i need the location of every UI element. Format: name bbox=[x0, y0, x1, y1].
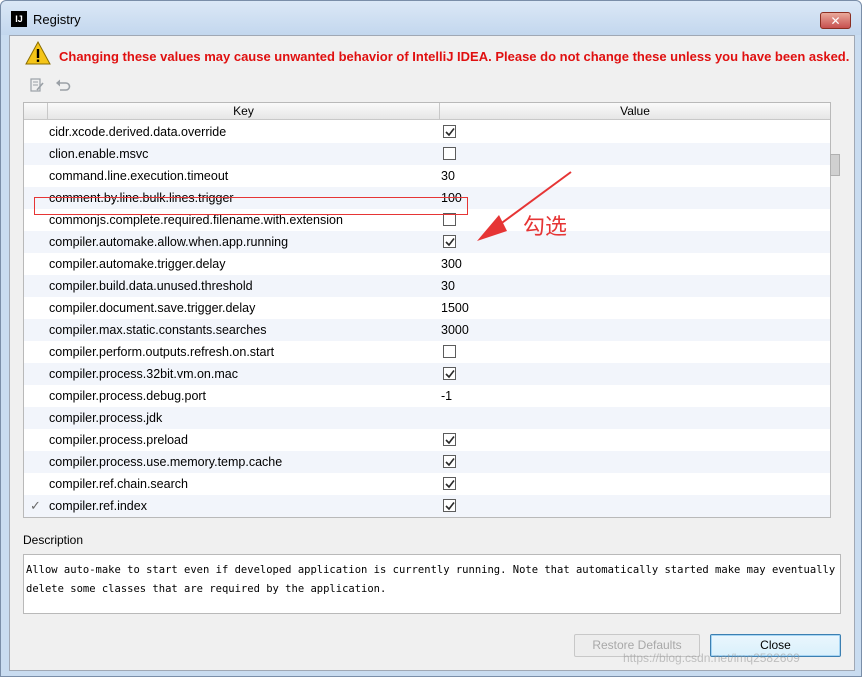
row-key: compiler.document.save.trigger.delay bbox=[49, 301, 256, 315]
table-row[interactable]: clion.enable.msvc bbox=[24, 143, 830, 165]
row-checkbox[interactable] bbox=[443, 433, 456, 446]
row-key: compiler.ref.chain.search bbox=[49, 477, 188, 491]
row-checkbox[interactable] bbox=[443, 235, 456, 248]
vertical-scrollbar-thumb[interactable] bbox=[830, 154, 840, 176]
row-key: compiler.process.jdk bbox=[49, 411, 163, 425]
registry-table: Key Value cidr.xcode.derived.data.overri… bbox=[23, 102, 831, 518]
row-key: comment.by.line.bulk.lines.trigger bbox=[49, 191, 234, 205]
row-key: compiler.ref.index bbox=[49, 499, 147, 513]
table-row[interactable]: compiler.process.use.memory.temp.cache bbox=[24, 451, 830, 473]
table-row[interactable]: ✓ compiler.ref.index bbox=[24, 495, 830, 517]
table-row[interactable]: compiler.max.static.constants.searches 30… bbox=[24, 319, 830, 341]
table-row[interactable]: compiler.build.data.unused.threshold 30 bbox=[24, 275, 830, 297]
row-key: compiler.process.preload bbox=[49, 433, 188, 447]
description-text: Allow auto-make to start even if develop… bbox=[23, 554, 841, 614]
table-row[interactable]: compiler.automake.trigger.delay 300 bbox=[24, 253, 830, 275]
row-value[interactable]: 30 bbox=[441, 169, 455, 183]
row-checkbox[interactable] bbox=[443, 367, 456, 380]
annotation-label: 勾选 bbox=[523, 215, 568, 240]
row-value[interactable]: 30 bbox=[441, 279, 455, 293]
table-row[interactable]: commonjs.complete.required.filename.with… bbox=[24, 209, 830, 231]
row-key: compiler.max.static.constants.searches bbox=[49, 323, 267, 337]
row-key: compiler.build.data.unused.threshold bbox=[49, 279, 253, 293]
row-key: cidr.xcode.derived.data.override bbox=[49, 125, 227, 139]
row-checkbox[interactable] bbox=[443, 125, 456, 138]
registry-dialog: IJ Registry ✕ Changing these values may … bbox=[0, 0, 862, 677]
window-title: Registry bbox=[33, 12, 81, 27]
table-body: cidr.xcode.derived.data.override clion.en… bbox=[24, 121, 830, 517]
row-key: compiler.perform.outputs.refresh.on.star… bbox=[49, 345, 275, 359]
column-header-key[interactable]: Key bbox=[48, 103, 440, 120]
table-row[interactable]: cidr.xcode.derived.data.override bbox=[24, 121, 830, 143]
row-key: clion.enable.msvc bbox=[49, 147, 149, 161]
row-checkbox[interactable] bbox=[443, 455, 456, 468]
row-checkbox[interactable] bbox=[443, 477, 456, 490]
row-value[interactable]: -1 bbox=[441, 389, 452, 403]
row-checkbox[interactable] bbox=[443, 499, 456, 512]
modified-check-icon: ✓ bbox=[30, 498, 41, 513]
edit-icon[interactable] bbox=[29, 77, 45, 93]
row-key: compiler.process.32bit.vm.on.mac bbox=[49, 367, 238, 381]
row-value[interactable]: 3000 bbox=[441, 323, 469, 337]
row-checkbox[interactable] bbox=[443, 147, 456, 160]
row-key: compiler.process.use.memory.temp.cache bbox=[49, 455, 283, 469]
table-row[interactable]: command.line.execution.timeout 30 bbox=[24, 165, 830, 187]
row-key: command.line.execution.timeout bbox=[49, 169, 229, 183]
header-gutter bbox=[24, 103, 48, 120]
table-row[interactable]: compiler.perform.outputs.refresh.on.star… bbox=[24, 341, 830, 363]
watermark: https://blog.csdn.net/lmq2582609 bbox=[623, 651, 800, 665]
table-row[interactable]: compiler.document.save.trigger.delay 1500 bbox=[24, 297, 830, 319]
table-row[interactable]: compiler.process.32bit.vm.on.mac bbox=[24, 363, 830, 385]
description-label: Description bbox=[23, 533, 84, 547]
row-key: commonjs.complete.required.filename.with… bbox=[49, 213, 343, 227]
table-row[interactable]: compiler.ref.chain.search bbox=[24, 473, 830, 495]
row-key: compiler.automake.trigger.delay bbox=[49, 257, 226, 271]
warning-message: Changing these values may cause unwanted… bbox=[59, 49, 850, 64]
row-key: compiler.process.debug.port bbox=[49, 389, 207, 403]
table-row[interactable]: compiler.process.jdk bbox=[24, 407, 830, 429]
row-checkbox[interactable] bbox=[443, 213, 456, 226]
row-value[interactable]: 1500 bbox=[441, 301, 469, 315]
table-row[interactable]: compiler.process.preload bbox=[24, 429, 830, 451]
row-value[interactable]: 100 bbox=[441, 191, 462, 205]
column-header-value[interactable]: Value bbox=[440, 103, 830, 120]
intellij-icon: IJ bbox=[11, 11, 27, 27]
table-row[interactable]: compiler.process.debug.port -1 bbox=[24, 385, 830, 407]
row-value[interactable]: 300 bbox=[441, 257, 462, 271]
table-header: Key Value bbox=[24, 103, 830, 120]
table-row[interactable]: comment.by.line.bulk.lines.trigger 100 bbox=[24, 187, 830, 209]
revert-icon[interactable] bbox=[55, 77, 71, 93]
row-key: compiler.automake.allow.when.app.running bbox=[49, 235, 289, 249]
dialog-content: Changing these values may cause unwanted… bbox=[9, 35, 855, 671]
window-close-icon[interactable]: ✕ bbox=[820, 12, 851, 29]
table-row[interactable]: compiler.automake.allow.when.app.running bbox=[24, 231, 830, 253]
row-checkbox[interactable] bbox=[443, 345, 456, 358]
warning-icon bbox=[25, 40, 51, 65]
title-bar[interactable]: IJ Registry ✕ bbox=[1, 1, 861, 35]
